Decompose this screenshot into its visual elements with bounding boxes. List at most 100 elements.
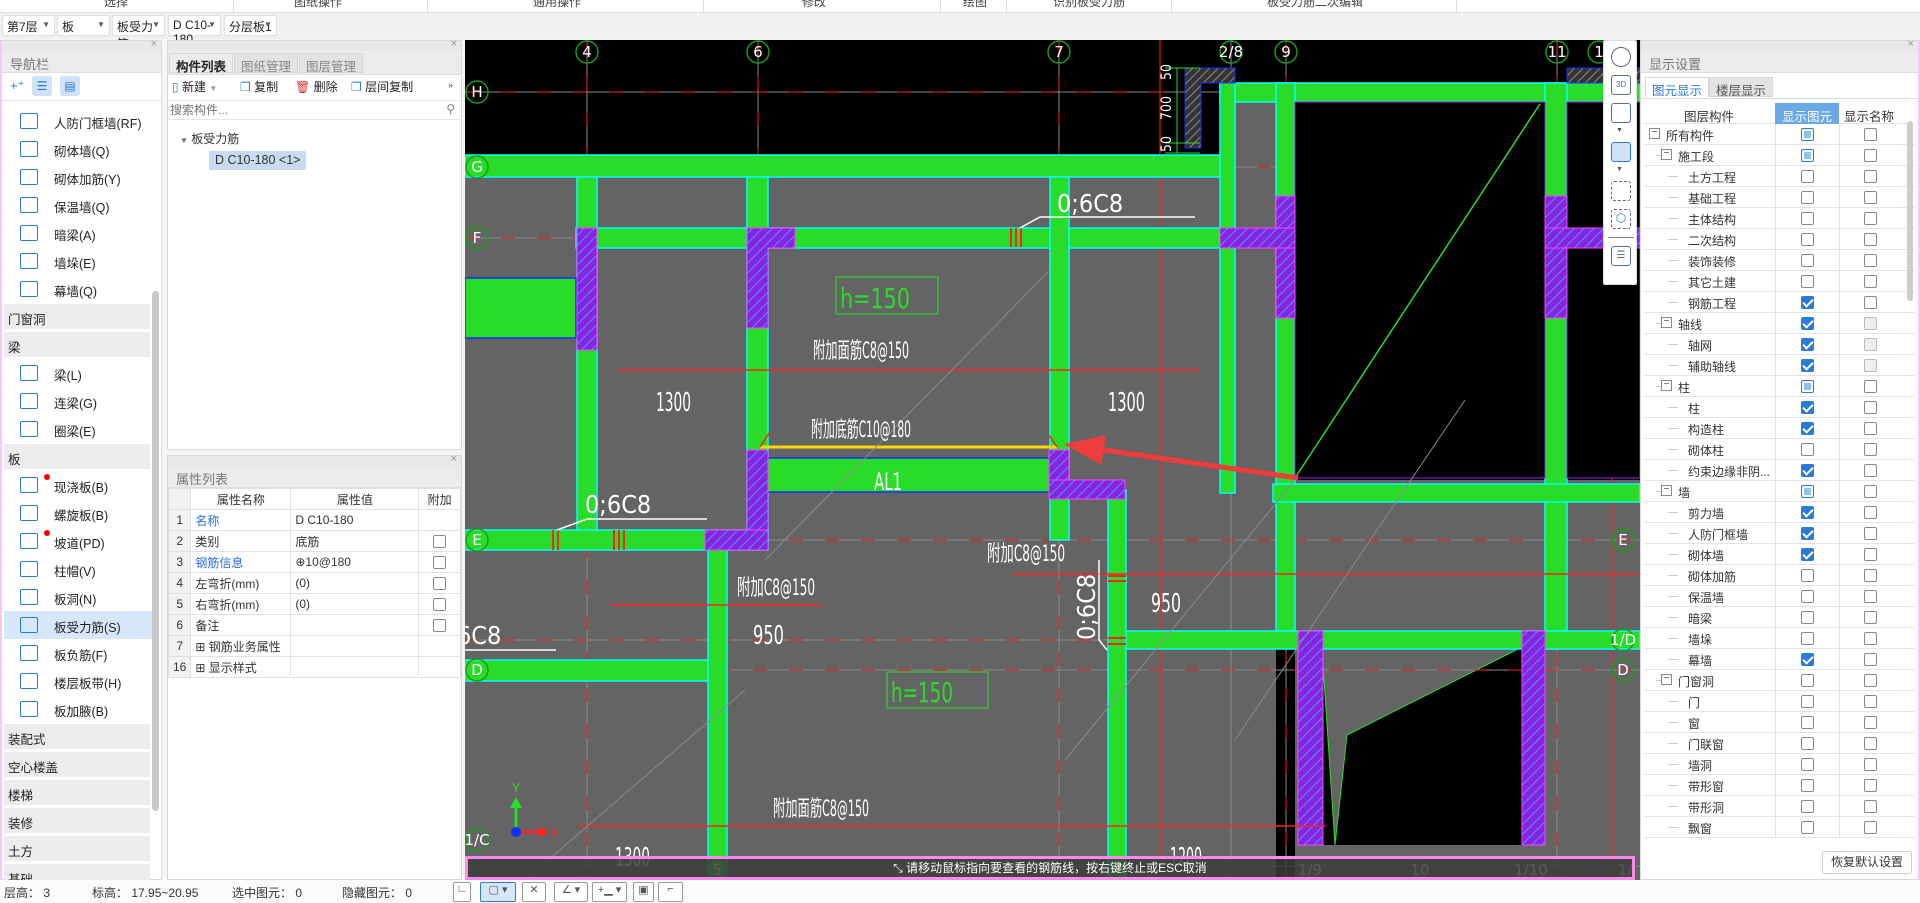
nav-scrollbar[interactable] [152, 291, 159, 811]
close-icon[interactable]: × [451, 38, 457, 50]
show-name-checkbox[interactable] [1864, 379, 1877, 394]
show-element-checkbox[interactable] [1801, 610, 1814, 625]
attach-checkbox[interactable] [433, 577, 447, 591]
nav-item[interactable]: 墙垛(E) [4, 247, 154, 275]
layer-row[interactable]: 暗梁 [1644, 607, 1915, 628]
checkbox[interactable] [1801, 632, 1814, 646]
drawing-canvas[interactable]: 0;6C8 h=150 附加面筋C8@150 1300 附加底筋C10@180 … [465, 40, 1640, 880]
nav-item[interactable]: 保温墙(Q) [4, 191, 154, 219]
show-element-checkbox[interactable] [1801, 694, 1814, 709]
layer-row[interactable]: 带形洞 [1644, 796, 1915, 817]
checkbox[interactable] [1864, 254, 1877, 268]
checkbox[interactable] [1801, 611, 1814, 625]
show-name-checkbox[interactable] [1864, 820, 1877, 835]
nav-item[interactable]: 板负筋(F) [4, 639, 154, 667]
property-value[interactable]: 底筋 [290, 530, 420, 552]
show-name-checkbox[interactable] [1864, 484, 1877, 499]
checkbox[interactable] [1801, 233, 1814, 247]
show-element-checkbox[interactable] [1801, 736, 1814, 751]
property-value[interactable]: ⊕10@180 [290, 551, 420, 573]
show-name-checkbox[interactable] [1864, 610, 1877, 625]
layer-slab-select[interactable]: 分层板1 ▼ [224, 15, 277, 36]
layer-row[interactable]: 约束边缘非阴... [1644, 460, 1915, 481]
checkbox[interactable] [1801, 380, 1814, 394]
delete-button[interactable]: 🗑 删除 [295, 78, 338, 95]
checkbox[interactable] [1801, 569, 1814, 583]
property-row[interactable]: 6 备注 [167, 614, 461, 636]
checkbox[interactable] [1864, 548, 1877, 562]
layer-row[interactable]: 轴网 [1644, 334, 1915, 355]
nav-category[interactable]: 空心楼盖 [4, 752, 150, 777]
tab-layer-management[interactable]: 图层管理 [299, 53, 364, 74]
checkbox[interactable] [1864, 800, 1877, 814]
component-search-input[interactable] [168, 101, 438, 118]
show-element-checkbox[interactable] [1801, 337, 1814, 352]
checkbox[interactable] [1864, 443, 1877, 457]
property-row[interactable]: 1 名称 D C10-180 [167, 509, 461, 531]
clear-icon[interactable]: ✕ [522, 882, 546, 902]
show-name-checkbox[interactable] [1864, 127, 1877, 142]
checkbox[interactable] [1801, 191, 1814, 205]
restore-defaults-button[interactable]: 恢复默认设置 [1822, 851, 1912, 874]
layer-row[interactable]: 人防门框墙 [1644, 523, 1915, 544]
checkbox[interactable] [1864, 569, 1877, 583]
show-element-checkbox[interactable] [1801, 526, 1814, 541]
checkbox[interactable] [1801, 338, 1814, 352]
layer-row[interactable]: 装饰装修 [1644, 250, 1915, 271]
checkbox[interactable] [1801, 653, 1814, 667]
show-element-checkbox[interactable] [1801, 169, 1814, 184]
checkbox[interactable] [1864, 758, 1877, 772]
checkbox[interactable] [1864, 674, 1877, 688]
show-name-checkbox[interactable] [1864, 505, 1877, 520]
checkbox[interactable] [1801, 674, 1814, 688]
floor-copy-button[interactable]: ❐ 层间复制 [351, 78, 413, 95]
nav-item[interactable]: 幕墙(Q) [4, 275, 154, 303]
layer-row[interactable]: 构造柱 [1644, 418, 1915, 439]
nav-item[interactable]: 板加腋(B) [4, 695, 154, 723]
checkbox[interactable] [1864, 653, 1877, 667]
checkbox[interactable] [1864, 233, 1877, 247]
nav-item[interactable]: 圈梁(E) [4, 415, 154, 443]
show-element-checkbox[interactable] [1801, 274, 1814, 289]
collapse-icon[interactable]: − [1661, 674, 1672, 685]
show-name-checkbox[interactable] [1864, 211, 1877, 226]
col-header-show-name[interactable]: 显示名称 [1844, 106, 1894, 125]
nav-item[interactable]: 楼层板带(H) [4, 667, 154, 695]
layer-row[interactable]: 其它土建 [1644, 271, 1915, 292]
attach-checkbox[interactable] [433, 556, 447, 570]
show-name-checkbox[interactable] [1864, 253, 1877, 268]
ribbon-group-general-ops[interactable]: 通用操作 [533, 0, 581, 10]
checkbox[interactable] [1864, 296, 1877, 310]
nav-item[interactable]: 板洞(N) [4, 583, 154, 611]
checkbox[interactable] [1801, 401, 1814, 415]
show-name-checkbox[interactable] [1864, 799, 1877, 814]
checkbox[interactable] [1864, 380, 1877, 394]
collapse-icon[interactable]: − [1661, 317, 1672, 328]
show-name-checkbox[interactable] [1864, 547, 1877, 562]
search-icon[interactable]: ⚲ [446, 102, 455, 116]
checkbox[interactable] [1801, 464, 1814, 478]
show-element-checkbox[interactable] [1801, 568, 1814, 583]
show-element-checkbox[interactable] [1801, 400, 1814, 415]
collapse-icon[interactable]: − [1649, 128, 1660, 139]
show-element-checkbox[interactable] [1801, 148, 1814, 163]
checkbox[interactable] [1801, 695, 1814, 709]
show-element-checkbox[interactable] [1801, 316, 1814, 331]
checkbox[interactable] [1864, 527, 1877, 541]
checkbox[interactable] [1801, 779, 1814, 793]
property-row[interactable]: 3 钢筋信息 ⊕10@180 [167, 551, 461, 573]
checkbox[interactable] [1801, 296, 1814, 310]
checkbox[interactable] [1801, 590, 1814, 604]
show-element-checkbox[interactable] [1801, 253, 1814, 268]
nav-category[interactable]: 基础 [4, 864, 150, 881]
layer-row[interactable]: − 柱 [1644, 376, 1915, 397]
nav-category[interactable]: 门窗洞 [4, 304, 150, 329]
show-name-checkbox[interactable] [1864, 169, 1877, 184]
attach-checkbox[interactable] [433, 535, 447, 549]
checkbox[interactable] [1801, 737, 1814, 751]
ribbon-group-rebar-edit[interactable]: 板受力筋二次编辑 [1267, 0, 1363, 10]
checkbox[interactable] [1864, 716, 1877, 730]
attach-checkbox[interactable] [433, 619, 447, 633]
show-name-checkbox[interactable] [1864, 463, 1877, 478]
checkbox[interactable] [1864, 695, 1877, 709]
